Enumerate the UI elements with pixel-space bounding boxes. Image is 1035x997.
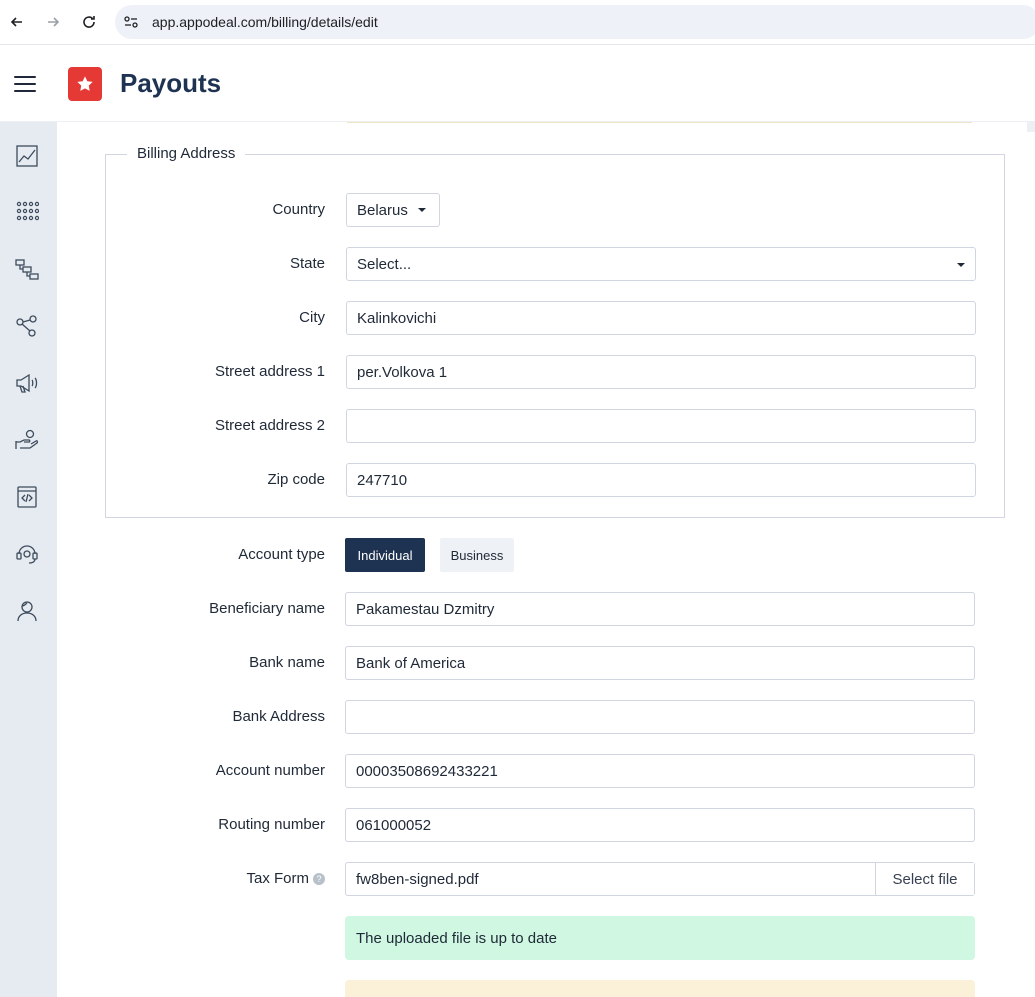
city-label: City xyxy=(299,309,325,326)
menu-icon[interactable] xyxy=(14,76,36,92)
country-value: Belarus xyxy=(357,201,408,219)
site-settings-icon[interactable] xyxy=(123,14,139,30)
user-icon[interactable] xyxy=(14,598,40,624)
street-address-2-label: Street address 2 xyxy=(214,417,325,434)
city-value: Kalinkovichi xyxy=(357,309,437,327)
previous-section-edge xyxy=(347,122,972,123)
bank-address-label: Bank Address xyxy=(232,708,325,725)
megaphone-icon[interactable] xyxy=(14,370,40,396)
tax-form-label: Tax Form xyxy=(246,870,309,887)
bank-address-input[interactable] xyxy=(345,700,975,734)
warning-alert xyxy=(345,980,975,997)
sdk-code-icon[interactable] xyxy=(14,484,40,510)
upload-status-alert: The uploaded file is up to date xyxy=(345,916,975,960)
street-address-1-label: Street address 1 xyxy=(214,363,325,380)
support-icon[interactable] xyxy=(14,541,40,567)
payouts-hand-icon[interactable] xyxy=(14,427,40,453)
bank-name-label: Bank name xyxy=(249,654,325,671)
forward-arrow-icon[interactable] xyxy=(41,10,65,34)
tax-form-file-name: fw8ben-signed.pdf xyxy=(356,871,479,888)
account-number-input[interactable]: 00003508692433221 xyxy=(345,754,975,788)
account-type-label: Account type xyxy=(238,546,325,563)
routing-number-value: 061000052 xyxy=(356,816,432,834)
country-select[interactable]: Belarus xyxy=(346,193,440,227)
app-header: Payouts xyxy=(0,46,1035,122)
street-address-1-value: per.Volkova 1 xyxy=(357,363,448,381)
country-label: Country xyxy=(272,201,325,218)
billing-address-legend: Billing Address xyxy=(127,145,246,162)
address-bar[interactable]: app.appodeal.com/billing/details/edit xyxy=(115,5,1035,39)
help-icon[interactable]: ? xyxy=(313,873,325,886)
analytics-icon[interactable] xyxy=(14,143,40,169)
network-icon[interactable] xyxy=(14,313,40,339)
routing-number-input[interactable]: 061000052 xyxy=(345,808,975,842)
account-number-value: 00003508692433221 xyxy=(356,762,498,780)
account-type-individual-button[interactable]: Individual xyxy=(345,538,425,572)
beneficiary-name-value: Pakamestau Dzmitry xyxy=(356,600,495,618)
state-select[interactable]: Select... xyxy=(346,247,976,281)
page-title: Payouts xyxy=(120,68,222,98)
state-value: Select... xyxy=(357,255,412,273)
sidebar xyxy=(0,122,57,997)
zip-code-input[interactable]: 247710 xyxy=(346,463,976,497)
tax-form-label-row: Tax Form? xyxy=(57,870,325,887)
zip-code-value: 247710 xyxy=(357,471,408,489)
bank-name-value: Bank of America xyxy=(356,654,466,672)
back-arrow-icon[interactable] xyxy=(5,10,29,34)
routing-number-label: Routing number xyxy=(218,816,325,833)
browser-toolbar: app.appodeal.com/billing/details/edit xyxy=(0,0,1035,45)
url-text: app.appodeal.com/billing/details/edit xyxy=(152,14,378,30)
chevron-down-icon xyxy=(957,263,965,267)
beneficiary-name-label: Beneficiary name xyxy=(209,600,325,617)
reload-icon[interactable] xyxy=(77,10,101,34)
city-input[interactable]: Kalinkovichi xyxy=(346,301,976,335)
account-type-business-button[interactable]: Business xyxy=(440,538,514,572)
upload-status-text: The uploaded file is up to date xyxy=(356,929,557,947)
account-number-label: Account number xyxy=(215,762,325,779)
zip-code-label: Zip code xyxy=(267,471,325,488)
star-icon xyxy=(77,76,93,91)
beneficiary-name-input[interactable]: Pakamestau Dzmitry xyxy=(345,592,975,626)
apps-grid-icon[interactable] xyxy=(14,198,40,224)
bank-name-input[interactable]: Bank of America xyxy=(345,646,975,680)
scrollbar[interactable] xyxy=(1027,122,1035,132)
state-label: State xyxy=(289,255,325,272)
tax-form-file-input[interactable]: fw8ben-signed.pdf Select file xyxy=(345,862,975,896)
chevron-down-icon xyxy=(417,208,426,212)
main-content: Billing Address Country Belarus State Se… xyxy=(57,122,1035,997)
select-file-button[interactable]: Select file xyxy=(875,863,974,895)
appodeal-logo[interactable] xyxy=(68,67,102,101)
mediation-icon[interactable] xyxy=(14,256,40,282)
street-address-2-input[interactable] xyxy=(346,409,976,443)
street-address-1-input[interactable]: per.Volkova 1 xyxy=(346,355,976,389)
